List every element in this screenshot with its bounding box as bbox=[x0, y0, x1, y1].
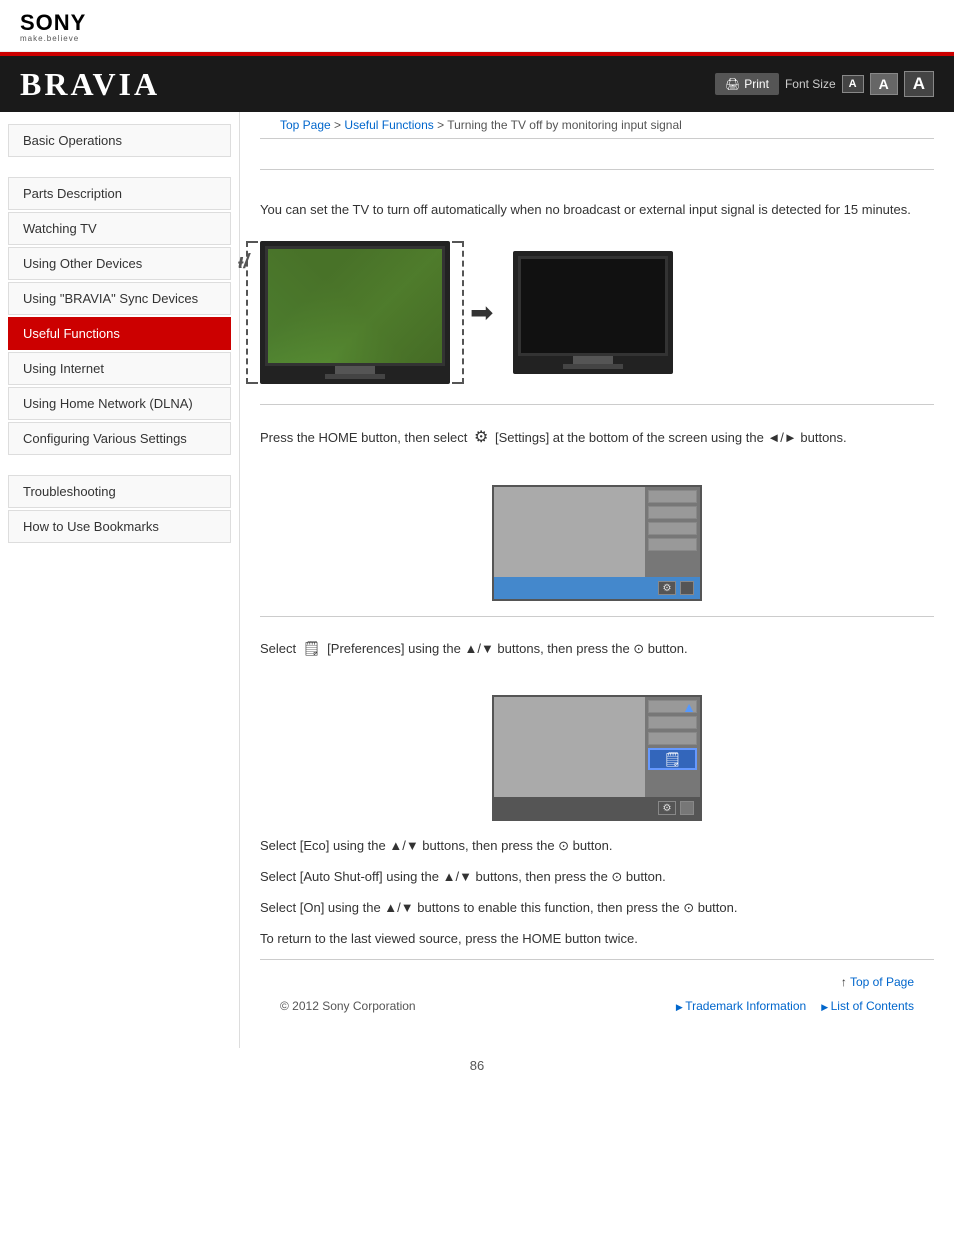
copyright-text: © 2012 Sony Corporation bbox=[280, 999, 416, 1013]
menu-screen-left-2 bbox=[494, 697, 645, 797]
scroll-up-arrow: ▲ bbox=[682, 699, 696, 715]
menu-item-1b bbox=[648, 506, 697, 519]
sidebar-divider-1 bbox=[0, 159, 239, 175]
menu-box-1: ⚙ bbox=[492, 485, 702, 601]
bravia-title: BRAVIA bbox=[20, 66, 160, 103]
tv-illustration: ᵼ/ ➡ bbox=[260, 241, 934, 384]
menu-screenshot-1: ⚙ bbox=[260, 485, 934, 601]
preferences-icon: 🗒 bbox=[303, 640, 321, 656]
arrow-menu-icon bbox=[680, 581, 694, 595]
sony-tagline: make.believe bbox=[20, 34, 934, 43]
sidebar-item-configuring[interactable]: Configuring Various Settings bbox=[8, 422, 231, 455]
breadcrumb-top-page[interactable]: Top Page bbox=[280, 118, 331, 132]
arrow-right-icon: ➡ bbox=[470, 296, 493, 329]
sidebar-item-parts-description[interactable]: Parts Description bbox=[8, 177, 231, 210]
return-text: To return to the last viewed source, pre… bbox=[260, 929, 934, 950]
footer-section: ↑ Top of Page © 2012 Sony Corporation Tr… bbox=[260, 959, 934, 1028]
menu-screenshot-2: 🗒 ▲ ⚙ bbox=[260, 695, 934, 821]
tv-before-wrapper: ᵼ/ bbox=[260, 241, 450, 384]
tv-on bbox=[260, 241, 450, 384]
trademark-link[interactable]: Trademark Information bbox=[676, 999, 806, 1013]
sidebar-item-basic-operations[interactable]: Basic Operations bbox=[8, 124, 231, 157]
brand-bar: BRAVIA 🖨 Print Font Size A A A bbox=[0, 52, 954, 112]
font-size-small-button[interactable]: A bbox=[842, 75, 864, 93]
menu-box-2: 🗒 ▲ ⚙ bbox=[492, 695, 702, 821]
dashed-left bbox=[246, 241, 258, 384]
menu-items-panel-1 bbox=[645, 487, 700, 577]
footer-bottom: © 2012 Sony Corporation Trademark Inform… bbox=[280, 999, 914, 1013]
font-size-medium-button[interactable]: A bbox=[870, 73, 898, 95]
top-of-page-link[interactable]: ↑ Top of Page bbox=[280, 975, 914, 989]
step2-section: Select 🗒 [Preferences] using the ▲/▼ but… bbox=[260, 616, 934, 680]
breadcrumb: Top Page > Useful Functions > Turning th… bbox=[260, 112, 934, 138]
print-label: Print bbox=[744, 77, 769, 91]
tv-base-on bbox=[325, 374, 385, 379]
intro-section bbox=[260, 169, 934, 190]
step3-text: Select [Eco] using the ▲/▼ buttons, then… bbox=[260, 836, 934, 857]
top-of-page-anchor[interactable]: Top of Page bbox=[850, 975, 914, 989]
sidebar-item-bravia-sync[interactable]: Using "BRAVIA" Sync Devices bbox=[8, 282, 231, 315]
toolbar-right: 🖨 Print Font Size A A A bbox=[715, 71, 934, 97]
print-button[interactable]: 🖨 Print bbox=[715, 73, 779, 95]
breadcrumb-sep2: > Turning the TV off by monitoring input… bbox=[434, 118, 682, 132]
sidebar-item-using-internet[interactable]: Using Internet bbox=[8, 352, 231, 385]
tv-stand-off bbox=[573, 356, 613, 364]
step1-section: Press the HOME button, then select ⚙ [Se… bbox=[260, 404, 934, 471]
sidebar-item-bookmarks[interactable]: How to Use Bookmarks bbox=[8, 510, 231, 543]
main-layout: Basic Operations Parts Description Watch… bbox=[0, 112, 954, 1048]
footer-links: Trademark Information List of Contents bbox=[676, 999, 914, 1013]
menu-item-1a bbox=[648, 490, 697, 503]
title-section bbox=[260, 138, 934, 159]
step2-text: Select 🗒 [Preferences] using the ▲/▼ but… bbox=[260, 637, 934, 660]
menu-bottom-bar-2: ⚙ bbox=[494, 797, 700, 819]
step4-text: Select [Auto Shut-off] using the ▲/▼ but… bbox=[260, 867, 934, 888]
menu-inner-2: 🗒 ▲ bbox=[494, 697, 700, 797]
menu-item-1d bbox=[648, 538, 697, 551]
page-number: 86 bbox=[0, 1048, 954, 1083]
sidebar: Basic Operations Parts Description Watch… bbox=[0, 112, 240, 1048]
sidebar-item-home-network[interactable]: Using Home Network (DLNA) bbox=[8, 387, 231, 420]
tv-base-off bbox=[563, 364, 623, 369]
sony-header: SONY make.believe bbox=[0, 0, 954, 52]
step1-text: Press the HOME button, then select ⚙ [Se… bbox=[260, 425, 934, 451]
breadcrumb-useful-functions[interactable]: Useful Functions bbox=[344, 118, 433, 132]
font-size-label: Font Size bbox=[785, 77, 836, 91]
tv-screen-off bbox=[518, 256, 668, 356]
settings-menu-icon-2: ⚙ bbox=[658, 801, 676, 815]
settings-icon: ⚙ bbox=[474, 429, 488, 446]
menu-item-highlighted: 🗒 bbox=[648, 748, 697, 770]
font-size-large-button[interactable]: A bbox=[904, 71, 934, 97]
sidebar-divider-2 bbox=[0, 457, 239, 473]
spacer bbox=[260, 159, 934, 169]
menu-item-2c bbox=[648, 732, 697, 745]
arrow-menu-icon-2 bbox=[680, 801, 694, 815]
menu-items-panel-2: 🗒 ▲ bbox=[645, 697, 700, 797]
sidebar-item-using-other-devices[interactable]: Using Other Devices bbox=[8, 247, 231, 280]
sidebar-item-troubleshooting[interactable]: Troubleshooting bbox=[8, 475, 231, 508]
menu-screen-left bbox=[494, 487, 645, 577]
dashed-right bbox=[452, 241, 464, 384]
menu-item-2b bbox=[648, 716, 697, 729]
menu-inner-1 bbox=[494, 487, 700, 577]
sidebar-item-useful-functions[interactable]: Useful Functions bbox=[8, 317, 231, 350]
menu-bottom-bar-1: ⚙ bbox=[494, 577, 700, 599]
menu-item-1c bbox=[648, 522, 697, 535]
tv-after-wrapper bbox=[513, 251, 673, 374]
step5-text: Select [On] using the ▲/▼ buttons to ena… bbox=[260, 898, 934, 919]
sidebar-item-watching-tv[interactable]: Watching TV bbox=[8, 212, 231, 245]
breadcrumb-sep1: > bbox=[331, 118, 345, 132]
settings-menu-icon: ⚙ bbox=[658, 581, 676, 595]
sony-logo: SONY bbox=[20, 12, 934, 34]
content-area: Top Page > Useful Functions > Turning th… bbox=[240, 112, 954, 1048]
print-icon: 🖨 bbox=[725, 77, 740, 91]
list-of-contents-link[interactable]: List of Contents bbox=[821, 999, 914, 1013]
up-arrow-icon: ↑ bbox=[841, 975, 850, 989]
tv-stand-on bbox=[335, 366, 375, 374]
description-text: You can set the TV to turn off automatic… bbox=[260, 200, 934, 221]
tv-screen-on bbox=[265, 246, 445, 366]
